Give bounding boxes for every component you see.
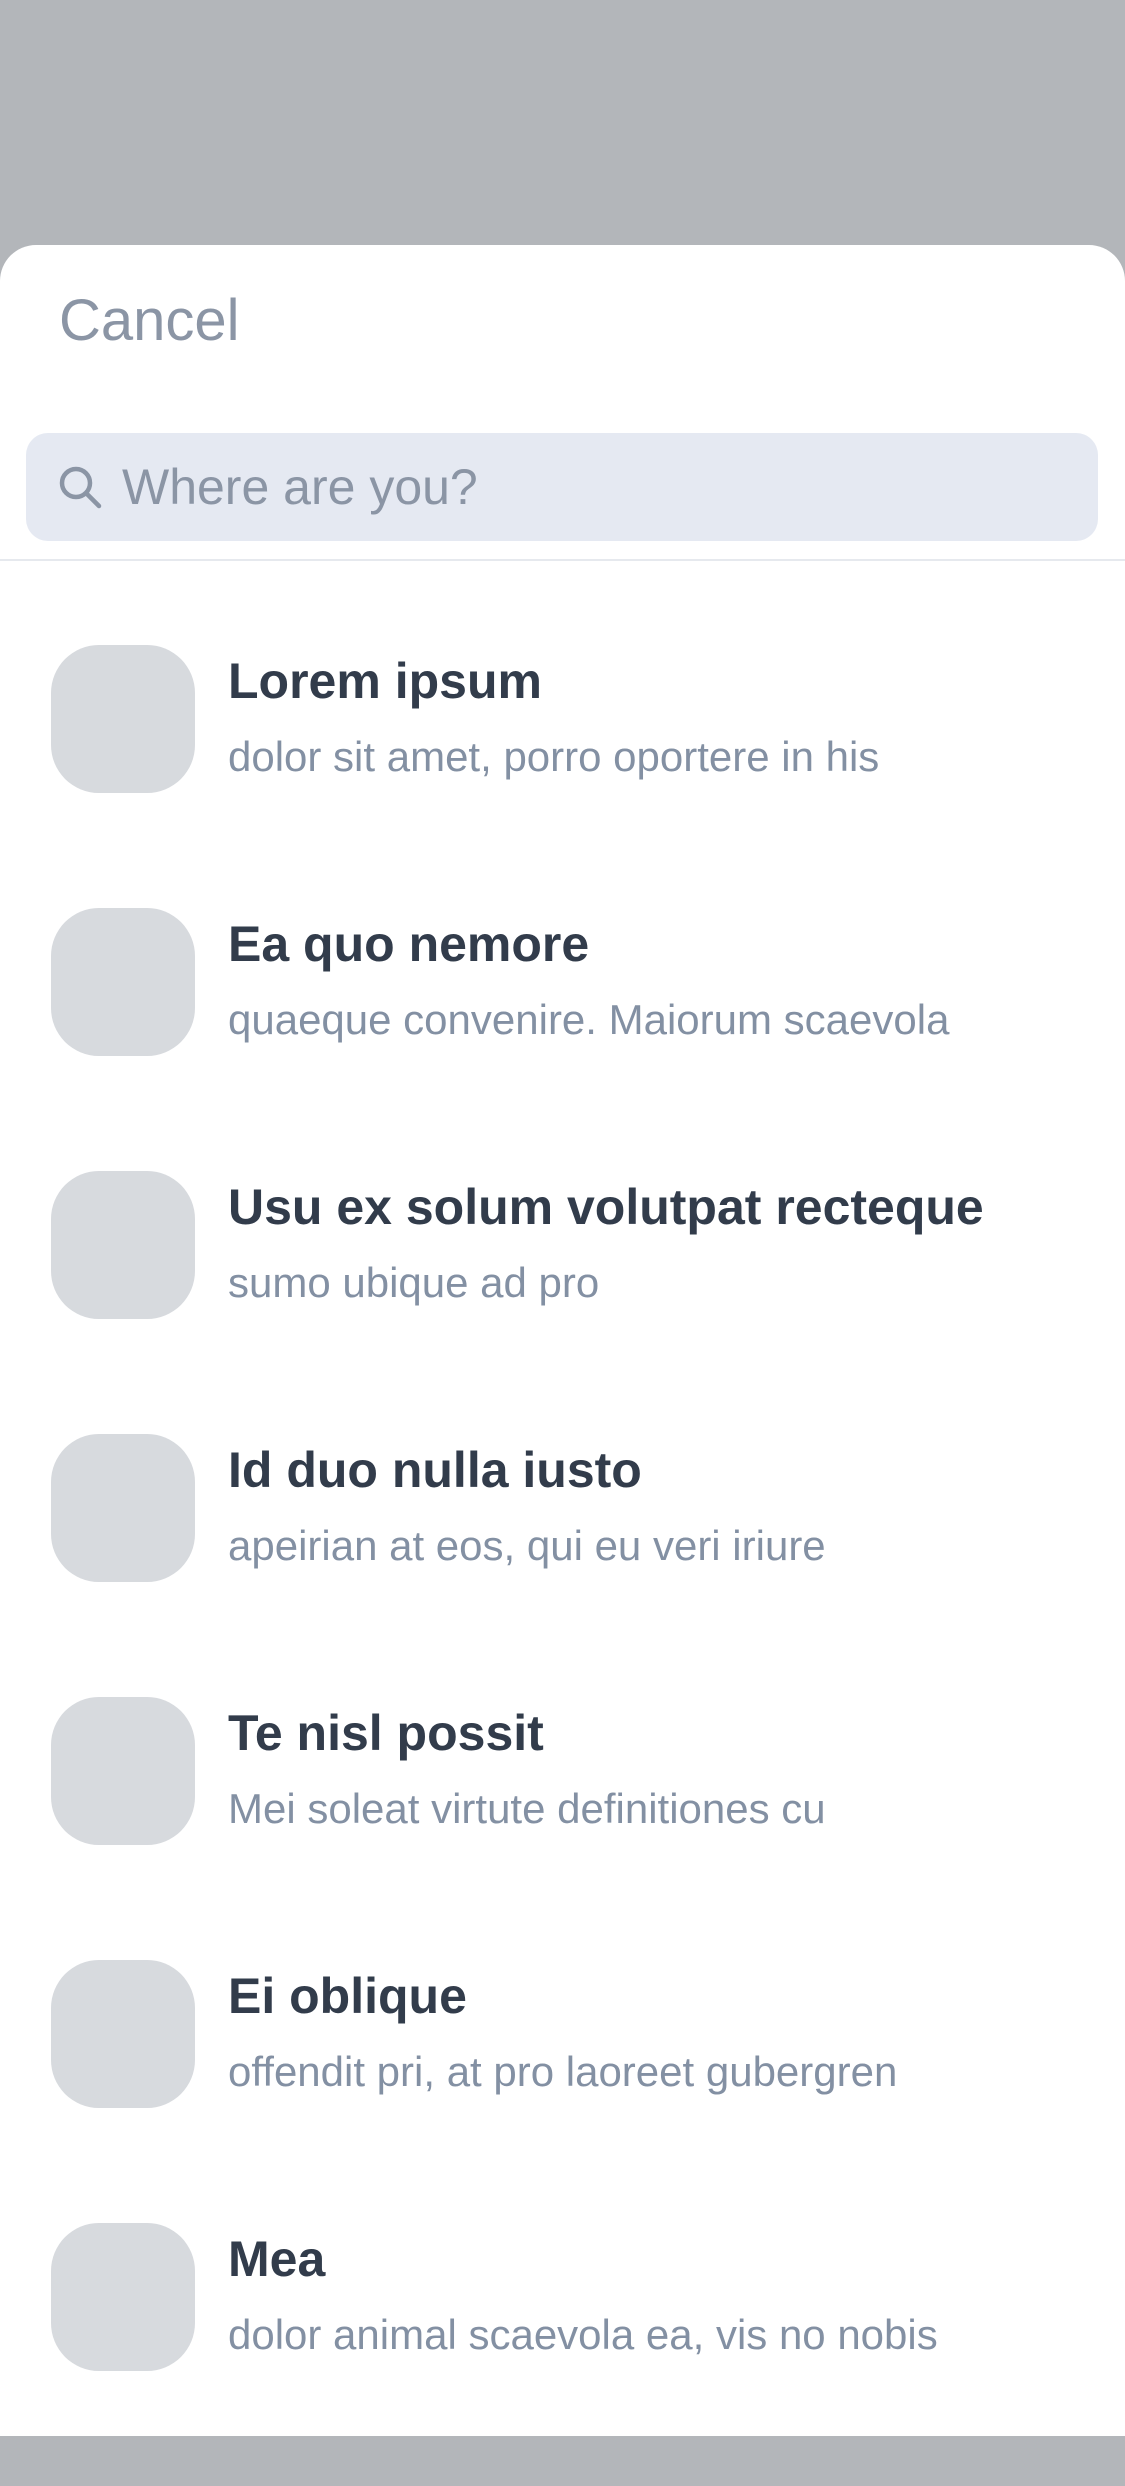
item-title: Mea <box>228 2231 326 2287</box>
list-item[interactable]: Ei oblique offendit pri, at pro laoreet … <box>0 1960 1125 2223</box>
thumbnail <box>51 1434 195 1582</box>
item-title: Te nisl possit <box>228 1705 544 1761</box>
thumbnail <box>51 1960 195 2108</box>
cancel-button[interactable]: Cancel <box>59 292 240 350</box>
search-bar[interactable] <box>26 433 1098 541</box>
item-title: Id duo nulla iusto <box>228 1442 642 1498</box>
item-subtitle: dolor animal scaevola ea, vis no nobis <box>228 2311 938 2358</box>
thumbnail <box>51 2223 195 2371</box>
thumbnail <box>51 645 195 793</box>
divider <box>0 559 1125 561</box>
list-item[interactable]: Usu ex solum volutpat recteque sumo ubiq… <box>0 1171 1125 1434</box>
list-item[interactable]: Te nisl possit Mei soleat virtute defini… <box>0 1697 1125 1960</box>
thumbnail <box>51 1171 195 1319</box>
modal-backdrop[interactable] <box>0 0 1125 245</box>
item-subtitle: quaeque convenire. Maiorum scaevola <box>228 996 950 1043</box>
item-subtitle: offendit pri, at pro laoreet gubergren <box>228 2048 898 2095</box>
search-input[interactable] <box>122 433 1062 541</box>
item-title: Usu ex solum volutpat recteque <box>228 1179 984 1235</box>
list-item[interactable]: Mea dolor animal scaevola ea, vis no nob… <box>0 2223 1125 2486</box>
item-subtitle: sumo ubique ad pro <box>228 1259 600 1306</box>
search-icon <box>56 463 104 511</box>
item-subtitle: Mei soleat virtute definitiones cu <box>228 1785 826 1832</box>
thumbnail <box>51 1697 195 1845</box>
list-item[interactable]: Lorem ipsum dolor sit amet, porro oporte… <box>0 645 1125 908</box>
item-title: Lorem ipsum <box>228 653 542 709</box>
list-item[interactable]: Ea quo nemore quaeque convenire. Maiorum… <box>0 908 1125 1171</box>
item-title: Ei oblique <box>228 1968 467 2024</box>
thumbnail <box>51 908 195 1056</box>
results-list: Lorem ipsum dolor sit amet, porro oporte… <box>0 645 1125 2486</box>
item-title: Ea quo nemore <box>228 916 590 972</box>
item-subtitle: dolor sit amet, porro oportere in his <box>228 733 880 780</box>
item-subtitle: apeirian at eos, qui eu veri iriure <box>228 1522 826 1569</box>
list-item[interactable]: Id duo nulla iusto apeirian at eos, qui … <box>0 1434 1125 1697</box>
